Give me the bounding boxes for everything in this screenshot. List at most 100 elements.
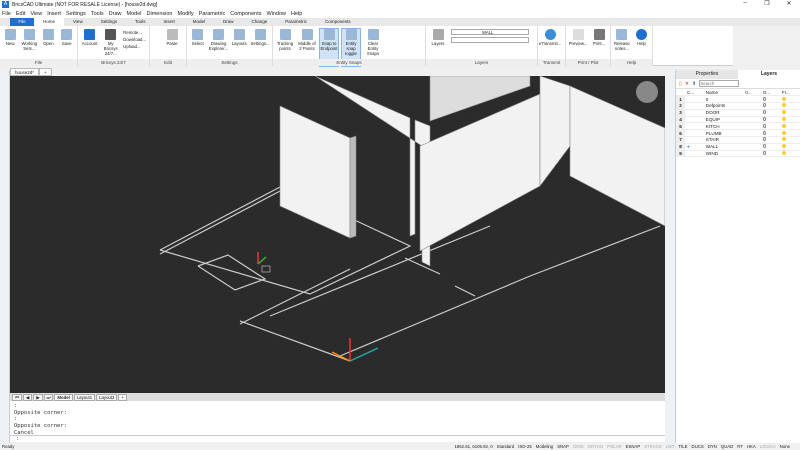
status-hka[interactable]: HKA [747,444,756,449]
on-off-icon[interactable] [762,117,766,122]
status-quad[interactable]: QUAD [721,444,733,449]
minimize-button[interactable]: – [734,0,756,7]
on-off-icon[interactable] [762,144,766,149]
menu-draw[interactable]: Draw [109,11,122,17]
menu-parametric[interactable]: Parametric [199,11,226,17]
layer-row[interactable]: 2 Defpoints [676,102,800,110]
status-ortho[interactable]: ORTHO [588,444,603,449]
freeze-icon[interactable] [781,117,786,122]
status-lwt[interactable]: LWT [666,444,675,449]
menu-insert[interactable]: Insert [47,11,61,17]
on-off-icon[interactable] [762,123,766,128]
tab-properties[interactable]: Properties [676,70,738,79]
tab-file[interactable]: File [10,18,34,26]
nav-last-button[interactable]: ⏭ [43,393,54,401]
on-off-icon[interactable] [762,103,766,108]
new-tab-button[interactable]: + [39,67,52,76]
status-ducs[interactable]: DUCS [692,444,704,449]
tab-settings[interactable]: Settings [92,18,126,26]
menu-edit[interactable]: Edit [16,11,25,17]
layer-row[interactable]: 9 WIND [676,150,800,158]
freeze-icon[interactable] [781,137,786,142]
status-polar[interactable]: POLAR [607,444,622,449]
delete-layer-icon[interactable]: ✕ [685,81,689,87]
col-header[interactable]: C... [685,89,704,97]
nav-first-button[interactable]: ⏮ [12,393,22,401]
menu-window[interactable]: Window [266,11,286,17]
col-header[interactable]: Name [703,89,744,97]
layer-row[interactable]: 5 KITCH [676,122,800,131]
tab-layout1[interactable]: Layout1 [73,393,96,401]
status-strack[interactable]: STRACK [644,444,661,449]
freeze-icon[interactable] [781,151,786,156]
status-dyn[interactable]: DYN [708,444,717,449]
status-rt[interactable]: RT [737,444,743,449]
tab-parametric[interactable]: Parametric [276,18,316,26]
document-tab[interactable]: house2d* [10,67,40,76]
remote-button[interactable]: Remote... [123,29,146,36]
menu-model[interactable]: Model [127,11,142,17]
freeze-icon[interactable] [781,130,786,135]
menu-modify[interactable]: Modify [177,11,193,17]
tab-tools[interactable]: Tools [126,18,155,26]
tab-layers[interactable]: Layers [738,70,800,79]
tab-change[interactable]: Change [243,18,277,26]
status-standard[interactable]: Standard [497,444,514,449]
freeze-icon[interactable] [781,96,786,101]
status-lockui[interactable]: LOCKUI [760,444,776,449]
new-layer-icon[interactable]: ▯ [679,81,682,87]
menu-components[interactable]: Components [230,11,261,17]
menu-tools[interactable]: Tools [91,11,104,17]
layer-row[interactable]: 4 EQUIP [676,116,800,124]
tab-view[interactable]: View [64,18,92,26]
menu-settings[interactable]: Settings [66,11,86,17]
set-current-icon[interactable]: ⬆ [692,81,696,87]
tab-layout2[interactable]: Layout2 [96,393,118,401]
layer-dropdown[interactable]: WALL [451,29,529,35]
drawing-viewport[interactable] [10,76,665,393]
on-off-icon[interactable] [762,151,766,156]
download-button[interactable]: Download... [123,36,146,43]
status-snap[interactable]: SNAP [557,444,569,449]
col-header[interactable]: Fr... [779,89,800,97]
tab-model[interactable]: Model [184,18,214,26]
upload-button[interactable]: Upload... [123,43,146,50]
nav-next-button[interactable]: ▶ [33,393,43,401]
tab-components[interactable]: Components [316,18,360,26]
layer-row[interactable]: 7 STAIR [676,136,800,144]
status-tile[interactable]: TILE [678,444,687,449]
on-off-icon[interactable] [762,130,766,135]
restore-button[interactable]: ❐ [756,0,778,7]
freeze-icon[interactable] [781,110,786,115]
status-esnap[interactable]: ESNAP [626,444,641,449]
command-input[interactable]: : [10,435,665,442]
freeze-icon[interactable] [781,103,786,108]
layer-search-input[interactable] [699,80,740,87]
add-layout-button[interactable]: + [118,393,127,401]
status-none[interactable]: None [780,444,790,449]
col-header[interactable]: O... [760,89,780,97]
menu-file[interactable]: File [2,11,11,17]
menu-dimension[interactable]: Dimension [147,11,173,17]
layer-state-dropdown[interactable] [451,37,529,43]
on-off-icon[interactable] [762,137,766,142]
layer-row[interactable]: 10 [676,95,800,104]
status-modeling[interactable]: Modeling [536,444,553,449]
freeze-icon[interactable] [781,144,786,149]
on-off-icon[interactable] [762,96,766,101]
layer-row[interactable]: 6 PLUMB [676,129,800,138]
layer-row[interactable]: 3 DOOR [676,109,800,117]
layer-row[interactable]: 8 ● WALL [676,143,800,151]
tab-draw[interactable]: Draw [214,18,243,26]
close-button[interactable]: ✕ [778,0,800,7]
tab-model[interactable]: Model [54,393,73,401]
tab-home[interactable]: Home [34,18,65,26]
status-iso-25[interactable]: ISO-25 [518,444,532,449]
menu-view[interactable]: View [30,11,42,17]
tab-insert[interactable]: Insert [154,18,183,26]
col-header[interactable]: 0... [743,89,761,97]
status-grid[interactable]: GRID [573,444,584,449]
menu-help[interactable]: Help [291,11,302,17]
on-off-icon[interactable] [762,110,766,115]
nav-prev-button[interactable]: ◀ [22,393,33,401]
